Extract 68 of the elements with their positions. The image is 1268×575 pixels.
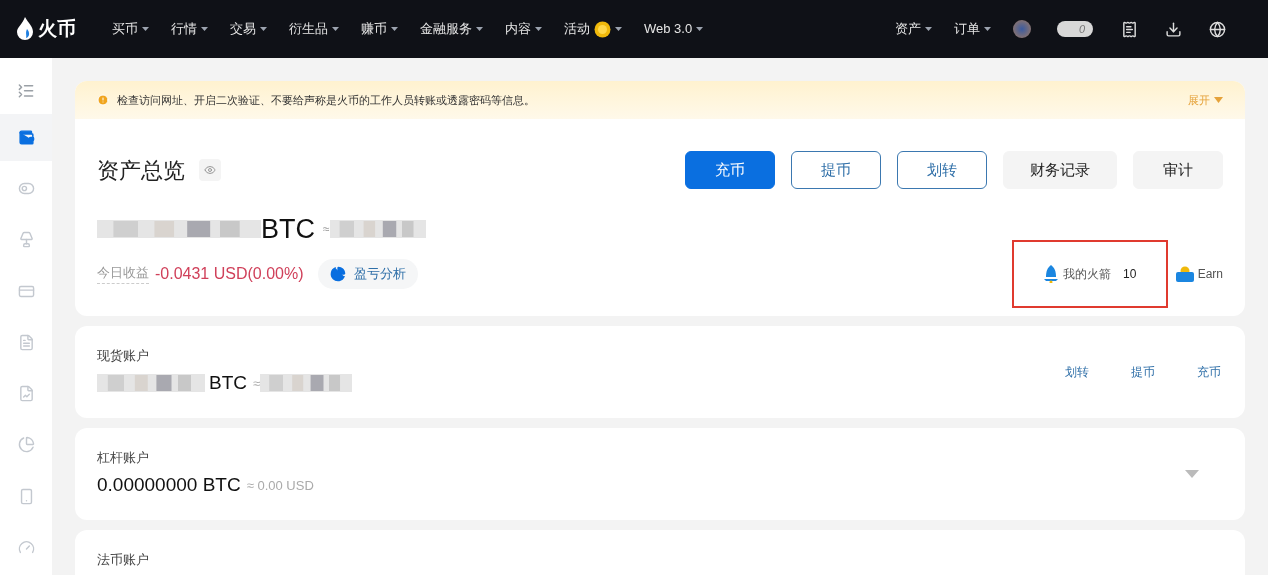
caret-icon — [332, 27, 339, 31]
account-balance: BTC — [209, 371, 247, 395]
approx-sign: ≈ — [323, 221, 330, 239]
pnl-analysis-button[interactable]: 盈亏分析 — [317, 258, 418, 289]
lamp-icon — [17, 231, 35, 249]
avatar[interactable] — [1013, 20, 1031, 38]
caret-icon — [535, 27, 542, 31]
caret-icon — [984, 27, 991, 31]
nav-item[interactable]: 订单 — [954, 19, 991, 39]
flame-logo-icon — [16, 17, 34, 41]
rocket-count: 10 — [1122, 265, 1137, 283]
caret-icon — [391, 27, 398, 31]
today-pnl-value: -0.0431 USD(0.00%) — [155, 263, 304, 284]
account-balance: 0.00000000 BTC — [97, 473, 241, 497]
caret-icon — [476, 27, 483, 31]
nav-item[interactable]: 交易 — [230, 19, 267, 39]
warning-icon — [97, 94, 109, 106]
caret-icon — [260, 27, 267, 31]
nav-item[interactable]: Web 3.0 — [644, 19, 704, 39]
caret-icon — [925, 27, 932, 31]
action-button[interactable]: 财务记录 — [1003, 151, 1117, 189]
receipt-icon[interactable] — [1121, 20, 1138, 38]
eye-toggle[interactable] — [199, 159, 221, 181]
action-button[interactable]: 划转 — [897, 151, 987, 189]
action-button[interactable]: 充币 — [685, 151, 775, 189]
action-button[interactable]: 审计 — [1133, 151, 1223, 189]
nav-item[interactable]: 行情 — [171, 19, 208, 39]
earn-icon — [1175, 265, 1194, 282]
nav-item[interactable]: 内容 — [505, 19, 542, 39]
action-button[interactable]: 提币 — [791, 151, 881, 189]
account-link[interactable]: 充币 — [1197, 362, 1221, 381]
balance-unit: BTC — [261, 213, 315, 246]
earn-link[interactable]: Earn — [1175, 264, 1223, 283]
page-title: 资产总览 — [97, 156, 185, 185]
account-link[interactable]: 提币 — [1131, 362, 1155, 381]
today-pnl-label: 今日收益 — [97, 263, 149, 284]
caret-icon — [696, 27, 704, 31]
wallet-icon — [17, 128, 35, 146]
account-title: 杠杆账户 — [97, 448, 150, 467]
chart-icon — [17, 385, 35, 403]
caret-icon — [201, 27, 208, 31]
doc-icon — [17, 333, 35, 351]
sidebar-item[interactable] — [0, 113, 52, 161]
nav-item[interactable]: 买币 — [112, 19, 149, 39]
gauge-icon — [17, 538, 35, 556]
logo-text: 火币 — [38, 16, 76, 41]
caret-icon — [142, 27, 149, 31]
account-approx: ≈ — [253, 374, 261, 393]
download-icon[interactable] — [1165, 20, 1182, 38]
account-link[interactable]: 划转 — [1065, 362, 1089, 381]
globe-icon[interactable] — [1209, 20, 1226, 38]
nav-item[interactable]: 赚币 — [361, 19, 398, 39]
nav-item[interactable]: 衍生品 — [289, 19, 339, 39]
pie-icon — [17, 436, 35, 454]
nav-item[interactable]: 金融服务 — [420, 19, 483, 39]
nav-item[interactable]: 资产 — [895, 19, 932, 39]
collapse-menu-icon[interactable] — [17, 82, 35, 100]
expand-caret-icon[interactable] — [1185, 469, 1199, 478]
rocket-link[interactable]: 我的火箭 — [1042, 264, 1111, 283]
eye-icon — [204, 164, 216, 176]
caret-icon — [615, 27, 622, 31]
account-title: 现货账户 — [97, 346, 150, 365]
account-approx: ≈ 0.00 USD — [246, 476, 314, 495]
nav-item[interactable]: 活动 — [564, 19, 622, 39]
notice-text: 检查访问网址、开启二次验证、不要给声称是火币的工作人员转账或透露密码等信息。 — [117, 92, 536, 108]
pie-chart-icon — [329, 265, 346, 282]
caret-icon — [1214, 97, 1223, 103]
account-title: 法币账户 — [97, 550, 150, 569]
